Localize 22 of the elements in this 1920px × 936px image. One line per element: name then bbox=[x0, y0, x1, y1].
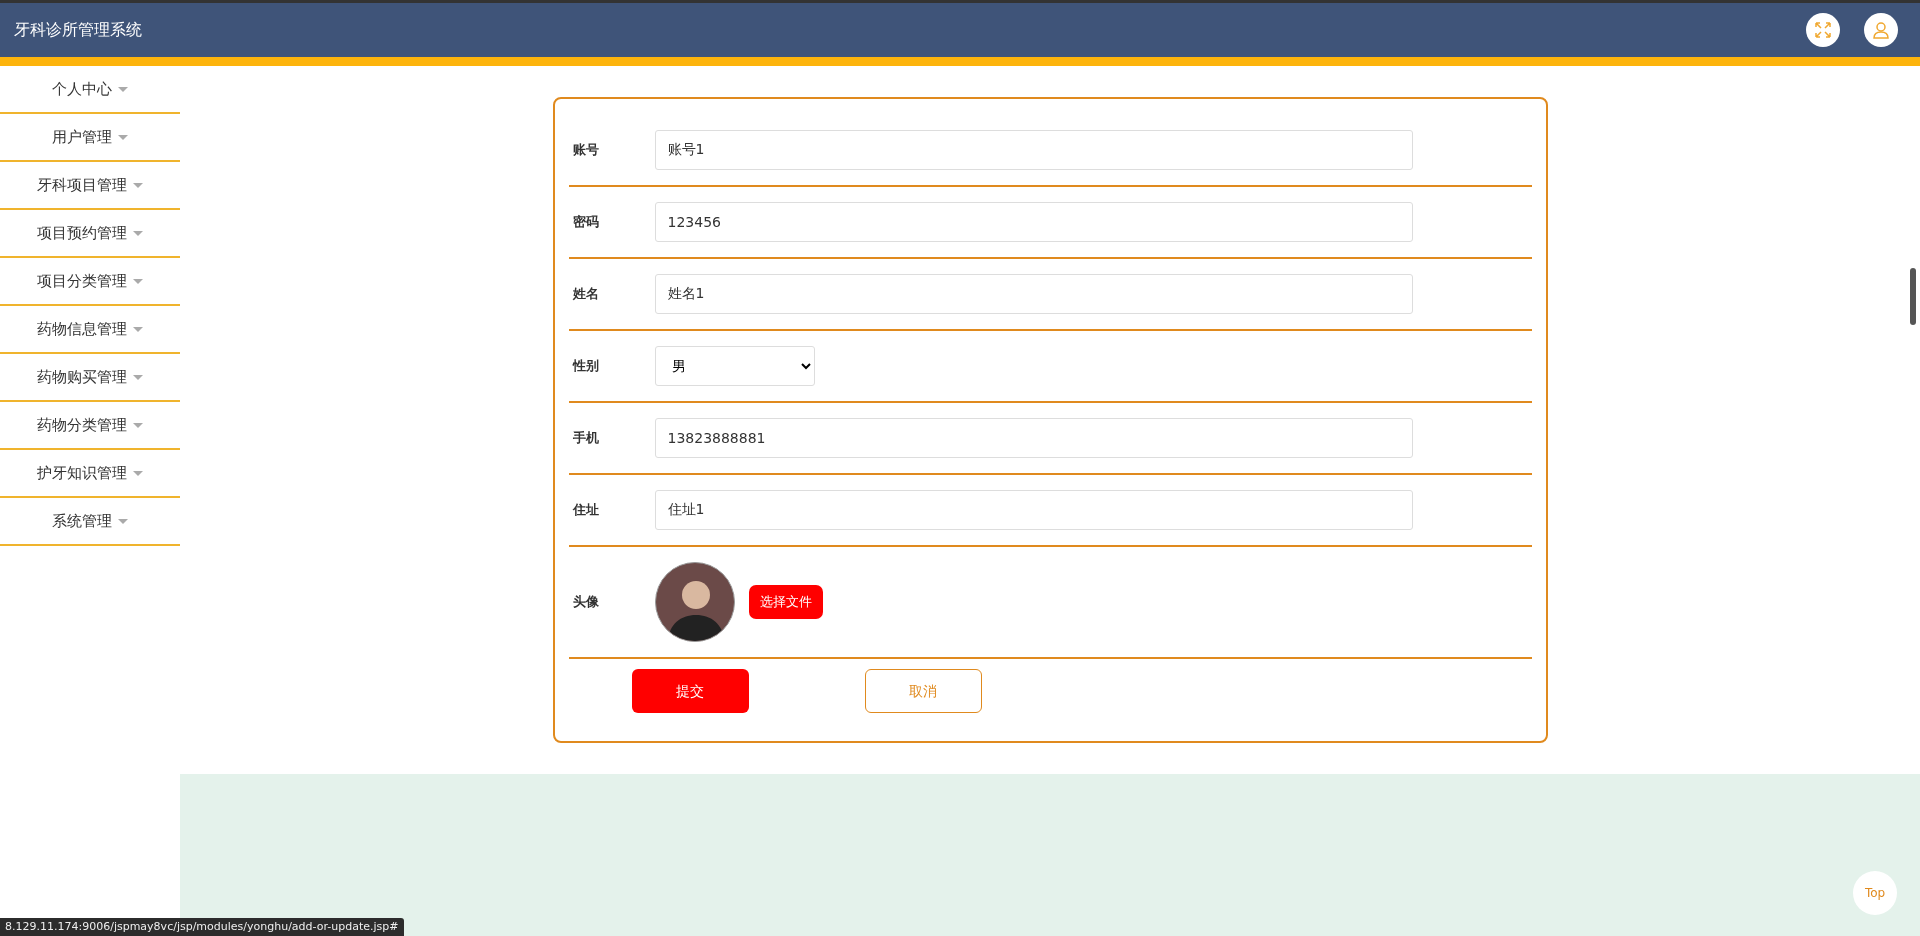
user-button[interactable] bbox=[1864, 13, 1898, 47]
field-label: 姓名 bbox=[571, 285, 600, 304]
input-field[interactable]: 123456 bbox=[654, 202, 1413, 242]
fullscreen-button[interactable] bbox=[1806, 13, 1840, 47]
gender-select[interactable]: 男 bbox=[654, 346, 815, 386]
submit-button[interactable]: 提交 bbox=[631, 669, 749, 713]
expand-icon bbox=[1814, 21, 1832, 39]
scrollbar-thumb[interactable] bbox=[1910, 268, 1916, 325]
field-label: 密码 bbox=[571, 213, 600, 232]
input-field[interactable]: 住址1 bbox=[654, 490, 1413, 530]
field-label: 头像 bbox=[571, 593, 600, 612]
user-icon bbox=[1872, 21, 1890, 39]
input-field[interactable]: 13823888881 bbox=[654, 418, 1413, 458]
input-field[interactable]: 姓名1 bbox=[654, 274, 1413, 314]
input-field[interactable]: 账号1 bbox=[654, 130, 1413, 170]
app-title: 牙科诊所管理系统 bbox=[14, 19, 142, 41]
status-url: 8.129.11.174:9006/jspmay8vc/jsp/modules/yonghu/add-or-update.jsp# bbox=[0, 917, 404, 936]
field-label: 账号 bbox=[571, 141, 600, 160]
field-label: 住址 bbox=[571, 501, 600, 520]
field-label: 手机 bbox=[571, 429, 600, 448]
field-label: 性别 bbox=[571, 357, 600, 376]
choose-file-button[interactable]: 选择文件 bbox=[748, 585, 823, 619]
